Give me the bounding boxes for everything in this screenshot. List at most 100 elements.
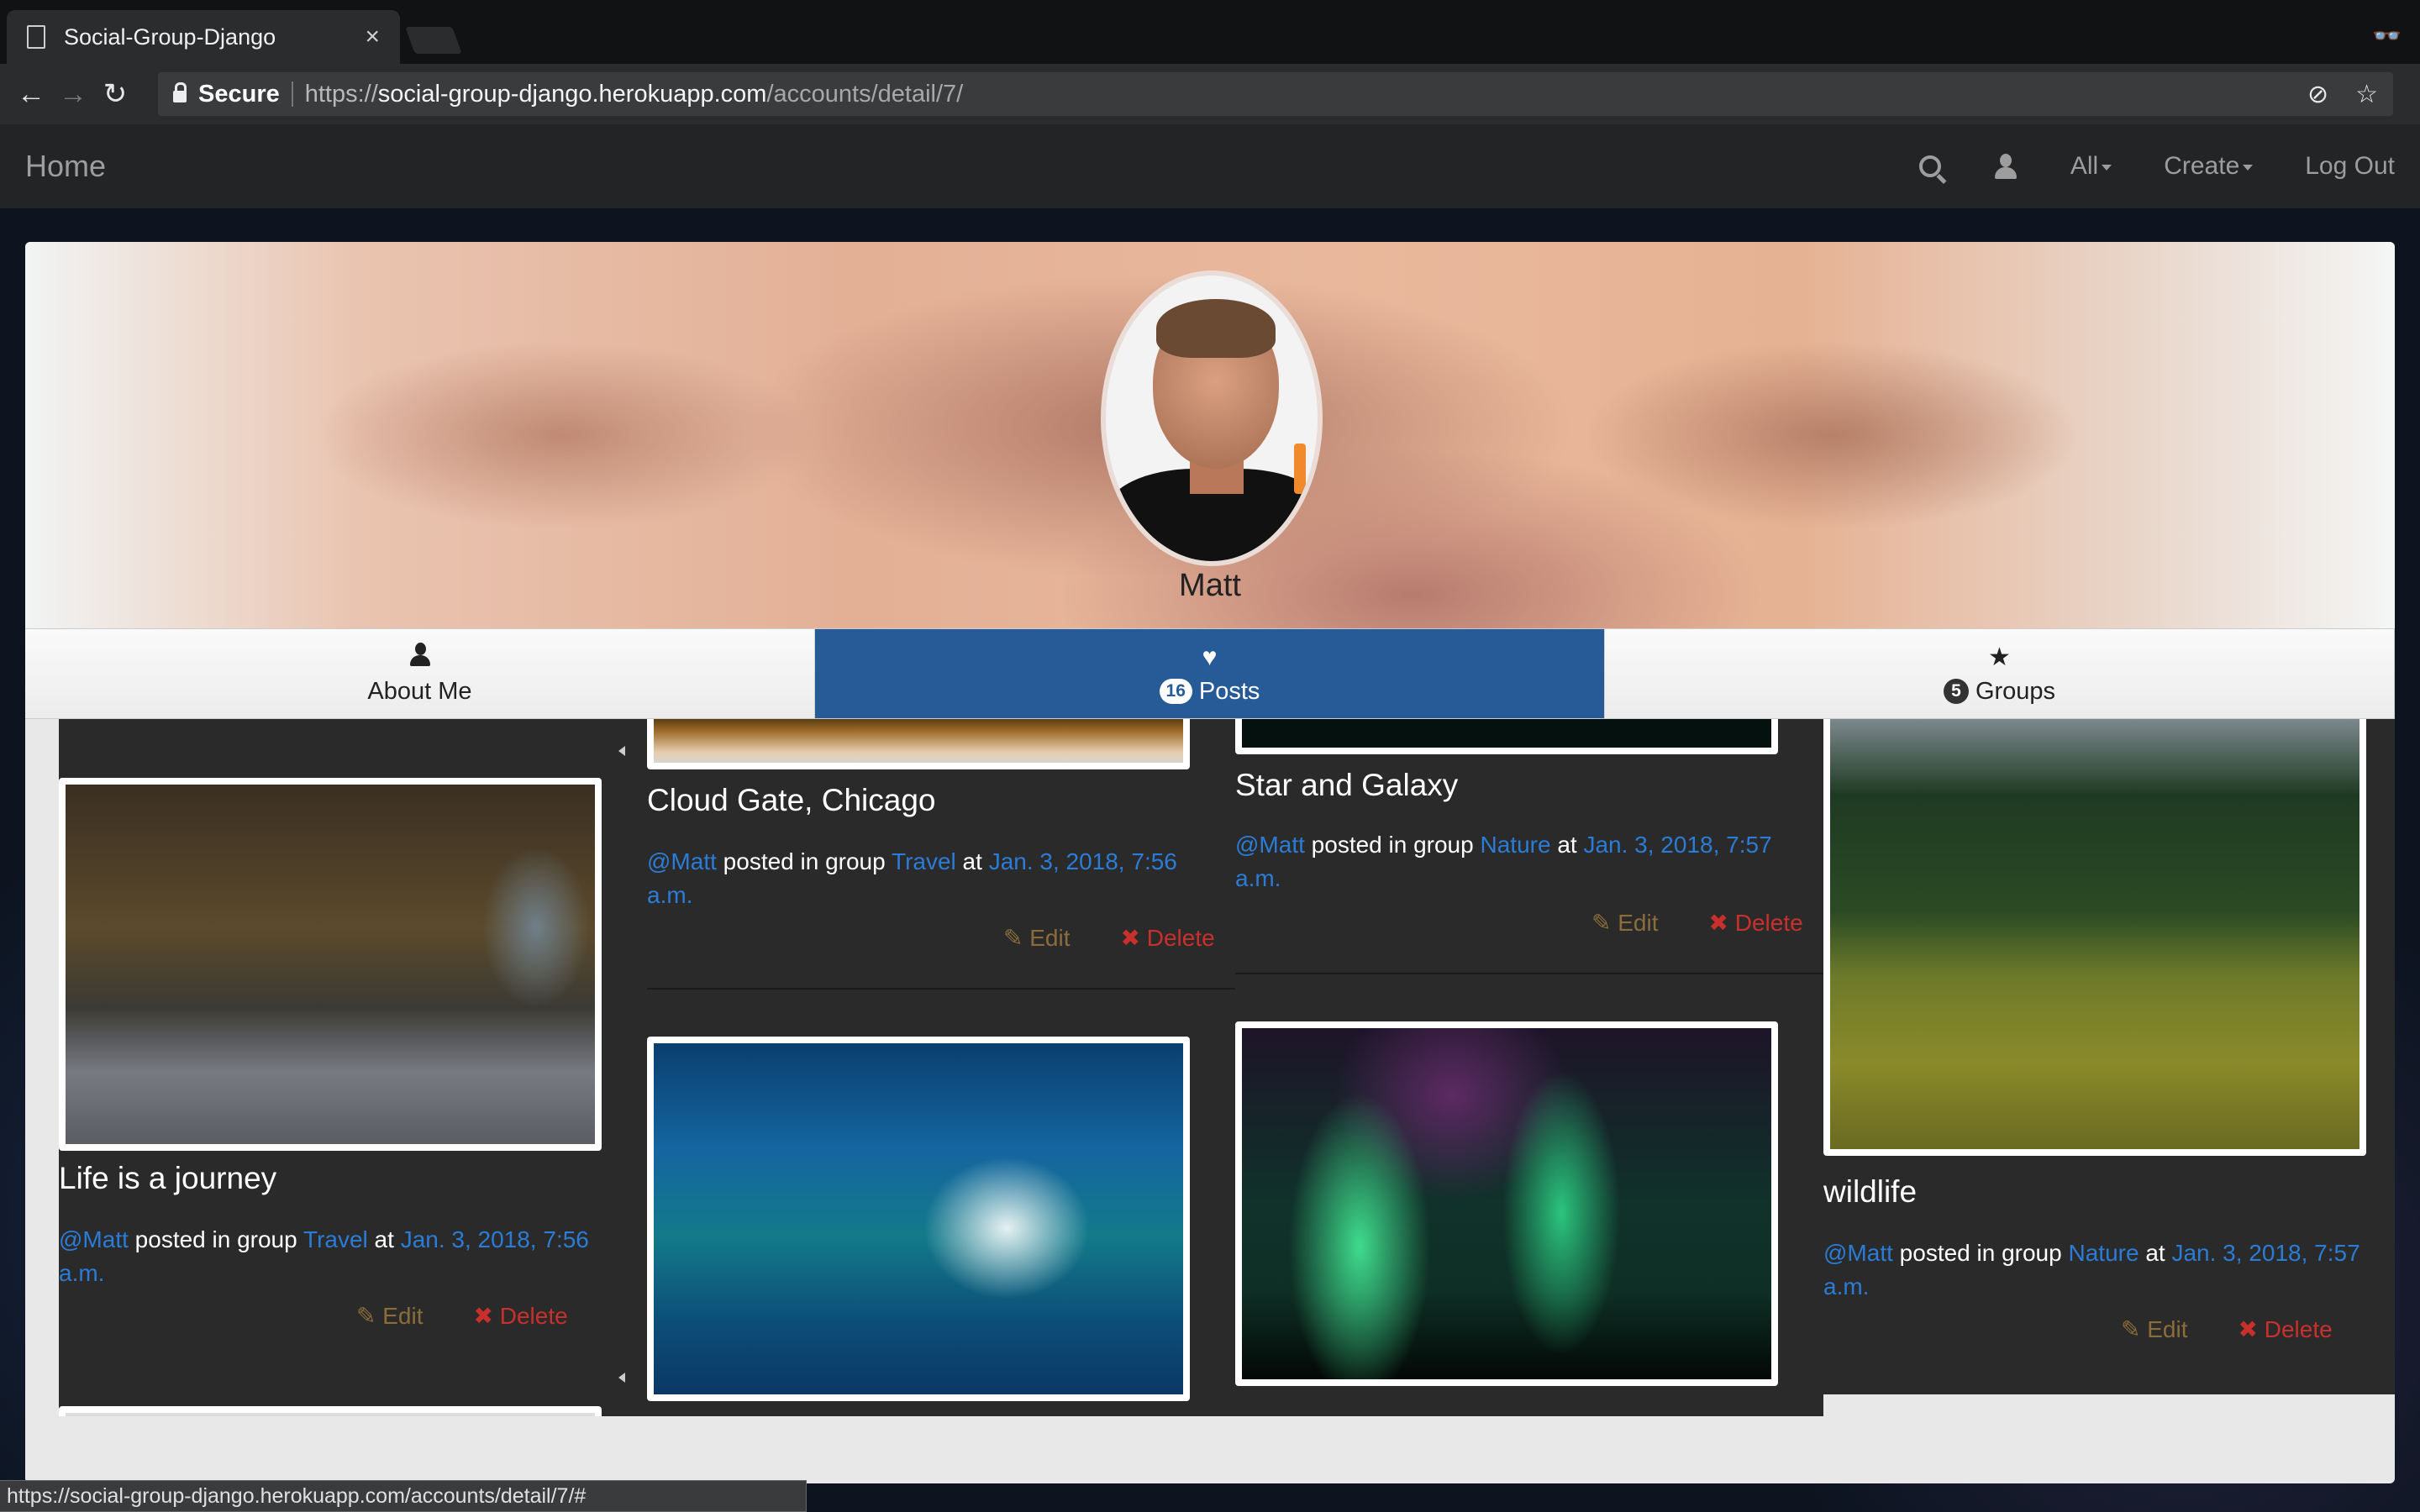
delete-label: Delete bbox=[1146, 925, 1215, 951]
post-title[interactable]: Star and Galaxy bbox=[1235, 768, 1458, 803]
lock-icon bbox=[173, 82, 187, 102]
posts-column: Life is a journey @Matt posted in group … bbox=[59, 719, 647, 1416]
browser-tab[interactable]: Social-Group-Django × bbox=[7, 10, 400, 64]
delete-button[interactable]: ✖ Delete bbox=[1121, 924, 1215, 952]
edit-button[interactable]: ✎ Edit bbox=[1003, 924, 1071, 952]
close-icon: ✖ bbox=[1708, 910, 1735, 936]
edit-button[interactable]: ✎ Edit bbox=[2121, 1315, 2188, 1343]
column-marker bbox=[618, 1373, 625, 1383]
post-image[interactable] bbox=[59, 1406, 602, 1416]
post-meta-text: at bbox=[374, 1226, 394, 1252]
post-group-link[interactable]: Nature bbox=[2069, 1240, 2139, 1266]
tab-label: Groups bbox=[1975, 677, 2056, 705]
all-dropdown[interactable]: All bbox=[2070, 152, 2112, 181]
post-title[interactable]: Cloud Gate, Chicago bbox=[647, 783, 935, 818]
delete-button[interactable]: ✖ Delete bbox=[2238, 1315, 2333, 1343]
edit-label: Edit bbox=[1618, 910, 1659, 936]
back-arrow-icon[interactable]: ← bbox=[10, 78, 52, 111]
tab-about-me[interactable]: About Me bbox=[25, 629, 815, 718]
tab-posts[interactable]: ♥ 16 Posts bbox=[815, 629, 1605, 718]
post-actions: ✎ Edit ✖ Delete bbox=[2121, 1315, 2333, 1343]
delete-label: Delete bbox=[499, 1303, 568, 1329]
tab-title: Social-Group-Django bbox=[64, 24, 276, 50]
create-dropdown[interactable]: Create bbox=[2164, 152, 2254, 181]
edit-label: Edit bbox=[1029, 925, 1071, 951]
post-image[interactable] bbox=[59, 778, 602, 1151]
tab-label: About Me bbox=[367, 677, 472, 705]
post-meta-text: posted in group bbox=[1899, 1240, 2062, 1266]
post-meta-text: posted in group bbox=[134, 1226, 297, 1252]
all-dropdown-label: All bbox=[2070, 152, 2099, 180]
post-image[interactable] bbox=[1823, 719, 2366, 1156]
logout-link[interactable]: Log Out bbox=[2305, 152, 2395, 181]
tab-close-icon[interactable]: × bbox=[365, 23, 380, 51]
forward-arrow-icon[interactable]: → bbox=[52, 78, 94, 111]
post-actions: ✎ Edit ✖ Delete bbox=[1591, 909, 1803, 937]
url-path: /accounts/detail/7/ bbox=[766, 80, 964, 108]
edit-button[interactable]: ✎ Edit bbox=[356, 1302, 424, 1330]
post-meta-text: at bbox=[962, 848, 982, 874]
create-dropdown-label: Create bbox=[2164, 152, 2240, 180]
caret-down-icon bbox=[2102, 164, 2112, 171]
posts-column: wildlife @Matt posted in group Nature at… bbox=[1823, 719, 2395, 1394]
post-group-link[interactable]: Nature bbox=[1481, 832, 1551, 858]
post-image[interactable] bbox=[647, 719, 1190, 769]
groups-count-badge: 5 bbox=[1943, 679, 1969, 704]
post-title[interactable]: Life is a journey bbox=[59, 1161, 276, 1196]
reload-icon[interactable]: ↻ bbox=[94, 77, 136, 111]
edit-icon: ✎ bbox=[1003, 925, 1030, 951]
post-user-link[interactable]: @Matt bbox=[59, 1226, 129, 1252]
edit-label: Edit bbox=[382, 1303, 424, 1329]
user-icon bbox=[408, 642, 432, 668]
tab-groups[interactable]: ★ 5 Groups bbox=[1605, 629, 2395, 718]
profile-name: Matt bbox=[1179, 568, 1241, 603]
post-group-link[interactable]: Travel bbox=[303, 1226, 368, 1252]
post-meta-text: posted in group bbox=[1311, 832, 1474, 858]
edit-button[interactable]: ✎ Edit bbox=[1591, 909, 1659, 937]
post-user-link[interactable]: @Matt bbox=[647, 848, 717, 874]
home-link[interactable]: Home bbox=[25, 149, 106, 184]
post-image[interactable] bbox=[1235, 1021, 1778, 1386]
post-meta: @Matt posted in group Travel at Jan. 3, … bbox=[647, 845, 1185, 912]
document-icon bbox=[27, 25, 45, 49]
address-separator bbox=[291, 81, 293, 107]
post-meta: @Matt posted in group Travel at Jan. 3, … bbox=[59, 1223, 597, 1290]
close-icon: ✖ bbox=[2238, 1316, 2265, 1342]
bookmark-star-icon[interactable]: ☆ bbox=[2355, 80, 2378, 109]
edit-icon: ✎ bbox=[1591, 910, 1618, 936]
edit-icon: ✎ bbox=[356, 1303, 383, 1329]
avatar bbox=[1101, 270, 1323, 566]
post-image[interactable] bbox=[647, 1037, 1190, 1401]
site-navbar: Home All Create Log Out bbox=[0, 124, 2420, 208]
close-icon: ✖ bbox=[1120, 925, 1147, 951]
posts-column: Star and Galaxy @Matt posted in group Na… bbox=[1235, 719, 1823, 1416]
post-actions: ✎ Edit ✖ Delete bbox=[1003, 924, 1215, 952]
post-meta-text: posted in group bbox=[723, 848, 886, 874]
post-divider bbox=[647, 988, 1235, 990]
browser-tab-strip: Social-Group-Django × 👓 bbox=[0, 0, 2420, 64]
search-icon[interactable] bbox=[1918, 155, 1941, 177]
post-user-link[interactable]: @Matt bbox=[1235, 832, 1305, 858]
post-meta-text: at bbox=[1557, 832, 1577, 858]
delete-button[interactable]: ✖ Delete bbox=[1709, 909, 1803, 937]
star-icon: ★ bbox=[1988, 643, 2011, 671]
post-image[interactable] bbox=[1235, 719, 1778, 754]
status-url-bubble: https://social-group-django.herokuapp.co… bbox=[0, 1480, 807, 1512]
address-bar[interactable]: Secure https:// social-group-django.hero… bbox=[158, 72, 2393, 116]
post-title[interactable]: wildlife bbox=[1823, 1174, 1917, 1210]
posts-grid: Life is a journey @Matt posted in group … bbox=[59, 719, 2395, 1416]
post-user-link[interactable]: @Matt bbox=[1823, 1240, 1893, 1266]
delete-label: Delete bbox=[1734, 910, 1803, 936]
cookie-blocked-icon[interactable]: ⊘ bbox=[2307, 80, 2328, 109]
delete-button[interactable]: ✖ Delete bbox=[474, 1302, 568, 1330]
post-divider bbox=[1235, 973, 1823, 974]
delete-label: Delete bbox=[2264, 1316, 2333, 1342]
user-icon[interactable] bbox=[1993, 154, 2018, 179]
tab-label: Posts bbox=[1198, 677, 1260, 705]
url-scheme: https:// bbox=[304, 80, 378, 108]
heart-icon: ♥ bbox=[1202, 643, 1218, 671]
browser-toolbar: ← → ↻ Secure https:// social-group-djang… bbox=[0, 64, 2420, 124]
new-tab-button[interactable] bbox=[405, 27, 462, 54]
edit-label: Edit bbox=[2147, 1316, 2188, 1342]
post-group-link[interactable]: Travel bbox=[892, 848, 956, 874]
